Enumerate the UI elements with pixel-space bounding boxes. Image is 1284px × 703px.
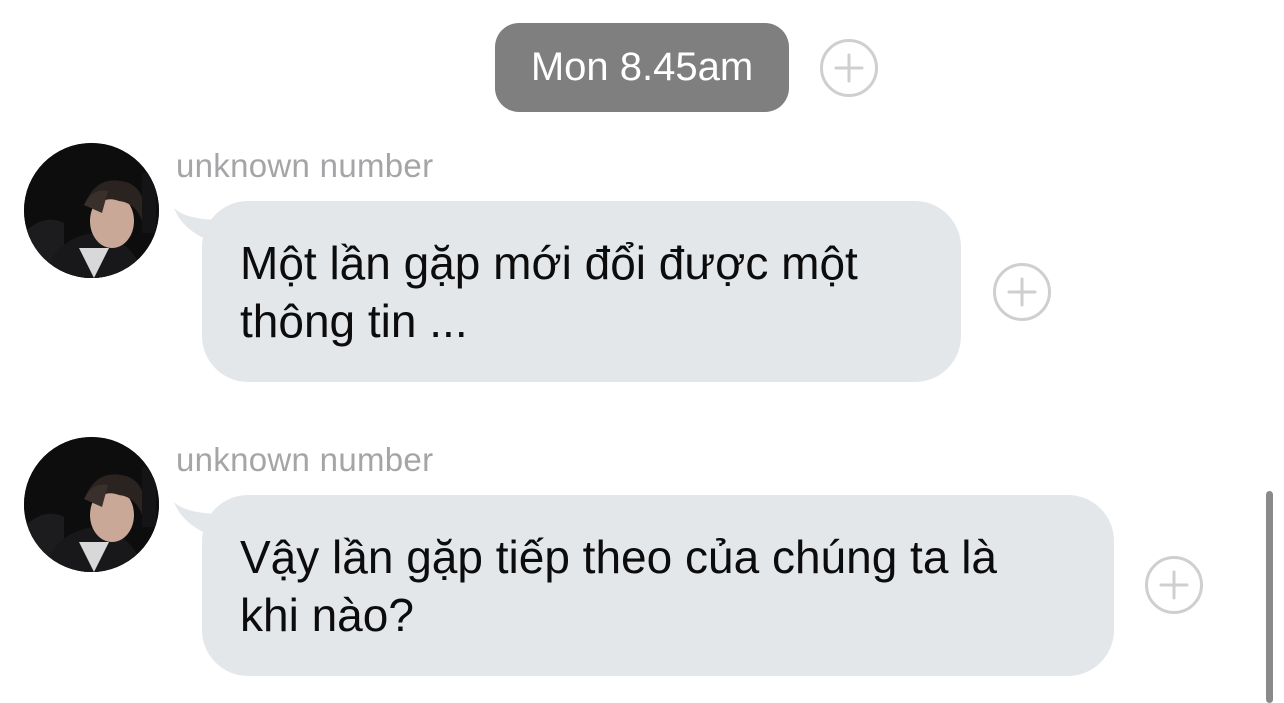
- message-text-line: khi nào?: [240, 589, 414, 641]
- message-text-line: Một lần gặp mới đổi được một: [240, 237, 858, 289]
- timestamp-pill: Mon 8.45am: [495, 23, 789, 112]
- scrollbar[interactable]: [1266, 491, 1273, 703]
- plus-circle-icon: [834, 53, 864, 83]
- sender-name: unknown number: [176, 147, 434, 184]
- user-photo-icon: [24, 143, 159, 278]
- add-reaction-button[interactable]: [1145, 556, 1203, 614]
- plus-circle-icon: [1007, 277, 1037, 307]
- add-reaction-button[interactable]: [820, 39, 878, 97]
- message-bubble[interactable]: Vậy lần gặp tiếp theo của chúng ta là kh…: [202, 495, 1114, 676]
- chat-screen: Mon 8.45am unknown number Một lần gặp mớ…: [0, 0, 1284, 703]
- plus-circle-icon: [1159, 570, 1189, 600]
- add-reaction-button[interactable]: [993, 263, 1051, 321]
- user-photo-icon: [24, 437, 159, 572]
- avatar[interactable]: [24, 143, 159, 278]
- message-text-line: thông tin ...: [240, 295, 468, 347]
- avatar[interactable]: [24, 437, 159, 572]
- message-bubble[interactable]: Một lần gặp mới đổi được một thông tin .…: [202, 201, 961, 382]
- sender-name: unknown number: [176, 441, 434, 478]
- message-text-line: Vậy lần gặp tiếp theo của chúng ta là: [240, 531, 998, 583]
